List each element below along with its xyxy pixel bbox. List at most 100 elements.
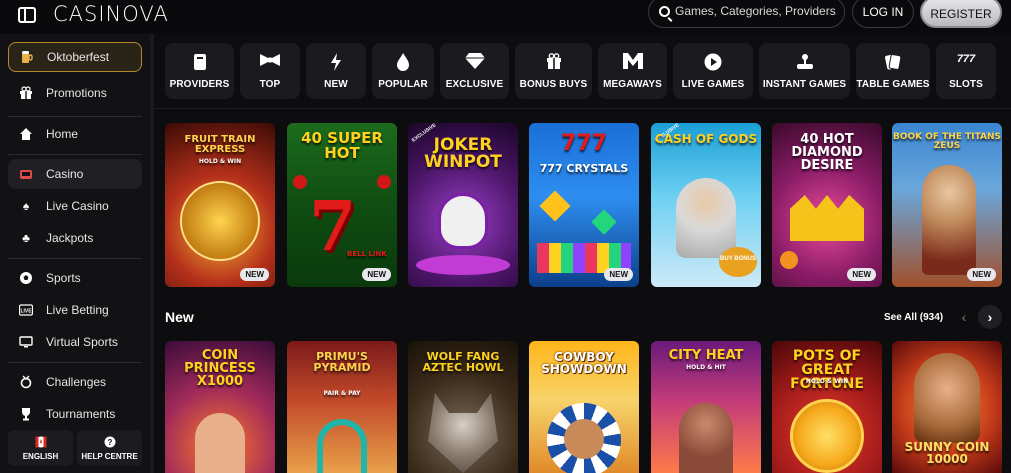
game-tile[interactable]: EXCLUSIVE JOKER WINPOT [408, 123, 518, 287]
carousel-prev-button[interactable]: ‹ [953, 306, 975, 328]
search-box[interactable] [648, 0, 845, 28]
category-live-games[interactable]: LIVE GAMES [673, 43, 753, 99]
cowboy-art [564, 419, 604, 459]
game-tile[interactable]: COIN PRINCESS X1000 [165, 341, 275, 473]
game-title: 777 CRYSTALS [539, 162, 629, 175]
sidebar-item-casino[interactable]: Casino [8, 159, 142, 189]
search-input[interactable] [675, 4, 840, 18]
sidebar: Oktoberfest Promotions Home Casino ♠ Liv… [0, 34, 150, 473]
monitor-icon [18, 334, 34, 350]
zeus-art [676, 178, 736, 258]
section-title-new: New [165, 309, 194, 325]
carousel-next-button[interactable]: › [978, 305, 1002, 329]
sidebar-item-jackpots[interactable]: ♣ Jackpots [8, 223, 142, 253]
new-badge: NEW [967, 268, 996, 281]
category-megaways[interactable]: MEGAWAYS [598, 43, 667, 99]
game-tile[interactable]: POTS OF GREAT FORTUNE HOLD & WIN [772, 341, 882, 473]
category-new[interactable]: NEW [306, 43, 366, 99]
cards-icon [884, 53, 902, 73]
sidebar-item-label: Jackpots [46, 231, 94, 245]
gift-box-icon [546, 52, 562, 73]
game-tile[interactable]: BOOK OF THE TITANS ZEUS NEW [892, 123, 1002, 287]
new-badge: NEW [362, 268, 391, 281]
sidebar-scrollbar[interactable] [150, 34, 154, 473]
sidebar-item-label: Casino [46, 167, 84, 181]
game-tile[interactable]: 40 HOT DIAMOND DESIRE NEW [772, 123, 882, 287]
game-tile[interactable]: EXCLUSIVE CASH OF GODS BUY BONUS [651, 123, 761, 287]
login-button[interactable]: LOG IN [852, 0, 914, 28]
sidebar-item-live-casino[interactable]: ♠ Live Casino [8, 191, 142, 221]
section-divider [155, 108, 1011, 109]
chevron-right-icon: › [987, 309, 993, 325]
sidebar-item-label: Live Betting [46, 303, 109, 317]
game-tile[interactable]: COWBOY SHOWDOWN [529, 341, 639, 473]
bow-tie-icon [260, 53, 280, 73]
sidebar-item-label: Virtual Sports [46, 335, 118, 349]
gem-art [591, 209, 617, 235]
game-tile[interactable]: 40 SUPER HOT 7 BELL LINK NEW [287, 123, 397, 287]
trophy-icon [18, 406, 34, 422]
game-tile[interactable]: 777 777 CRYSTALS NEW [529, 123, 639, 287]
sidebar-item-virtual-sports[interactable]: Virtual Sports [8, 327, 142, 357]
game-title: 40 HOT DIAMOND DESIRE [791, 132, 863, 173]
spade-icon: ♠ [22, 199, 30, 213]
titan-art [922, 165, 976, 275]
gold-coin-art [790, 399, 864, 473]
game-title: BOOK OF THE TITANS ZEUS [892, 132, 1002, 151]
new-badge: NEW [240, 268, 269, 281]
sidebar-item-sports[interactable]: Sports [8, 263, 142, 293]
category-label: NEW [324, 78, 348, 90]
sidebar-item-challenges[interactable]: Challenges [8, 367, 142, 397]
casino-logo[interactable]: CASINOVA [53, 2, 169, 26]
woman-art [679, 403, 733, 473]
see-all-link[interactable]: See All (934) [884, 312, 943, 323]
sidebar-item-label: Challenges [46, 375, 107, 389]
sun-goddess-art [914, 353, 980, 443]
game-title: FRUIT TRAIN EXPRESS [184, 134, 256, 155]
help-centre-button[interactable]: ? HELP CENTRE [77, 430, 142, 466]
game-subtitle: PAIR & PAY [323, 390, 361, 397]
game-tile[interactable]: SUNNY COIN 10000 [892, 341, 1002, 473]
clover-icon: ♣ [22, 231, 30, 245]
sidebar-item-oktoberfest[interactable]: Oktoberfest [8, 42, 142, 72]
sidebar-item-label: Sports [46, 271, 81, 285]
game-tile[interactable]: FRUIT TRAIN EXPRESS HOLD & WIN NEW [165, 123, 275, 287]
category-providers[interactable]: PROVIDERS [165, 43, 234, 99]
game-tile[interactable]: PRIMU'S PYRAMID PAIR & PAY [287, 341, 397, 473]
category-table-games[interactable]: TABLE GAMES [856, 43, 930, 99]
category-top[interactable]: TOP [240, 43, 300, 99]
sidebar-item-live-betting[interactable]: LIVE Live Betting [8, 295, 142, 325]
lightning-icon [330, 52, 342, 73]
gift-icon [18, 85, 34, 101]
game-tile[interactable]: WOLF FANG AZTEC HOWL [408, 341, 518, 473]
cherry-art [293, 175, 307, 189]
category-instant-games[interactable]: INSTANT GAMES [759, 43, 850, 99]
game-title: JOKER WINPOT [424, 135, 502, 172]
language-label: ENGLISH [22, 451, 59, 461]
wolf-art [428, 393, 498, 473]
search-icon [659, 6, 670, 17]
cherry-art [377, 175, 391, 189]
top-header: CASINOVA LOG IN REGISTER [0, 0, 1011, 34]
help-label: HELP CENTRE [81, 451, 138, 461]
game-tile[interactable]: CITY HEAT HOLD & HIT [651, 341, 761, 473]
sidebar-item-home[interactable]: Home [8, 119, 142, 149]
category-exclusive[interactable]: EXCLUSIVE [440, 43, 509, 99]
game-title: CASH OF GODS [654, 132, 758, 146]
stage-art [416, 255, 510, 275]
canada-flag-icon [35, 436, 47, 450]
register-button[interactable]: REGISTER [920, 0, 1002, 28]
princess-art [195, 413, 245, 473]
category-slots[interactable]: 777 SLOTS [936, 43, 996, 99]
sidebar-item-promotions[interactable]: Promotions [8, 78, 142, 108]
sidebar-divider [8, 258, 142, 259]
sidebar-item-tournaments[interactable]: Tournaments [8, 399, 142, 429]
category-bonus-buys[interactable]: BONUS BUYS [515, 43, 592, 99]
category-popular[interactable]: POPULAR [372, 43, 434, 99]
category-label: MEGAWAYS [603, 78, 662, 90]
sidebar-toggle-icon[interactable] [18, 7, 36, 23]
svg-text:LIVE: LIVE [20, 309, 32, 315]
game-title: PRIMU'S PYRAMID [313, 350, 371, 374]
language-button[interactable]: ENGLISH [8, 430, 73, 466]
game-title: SUNNY COIN 10000 [904, 440, 990, 466]
